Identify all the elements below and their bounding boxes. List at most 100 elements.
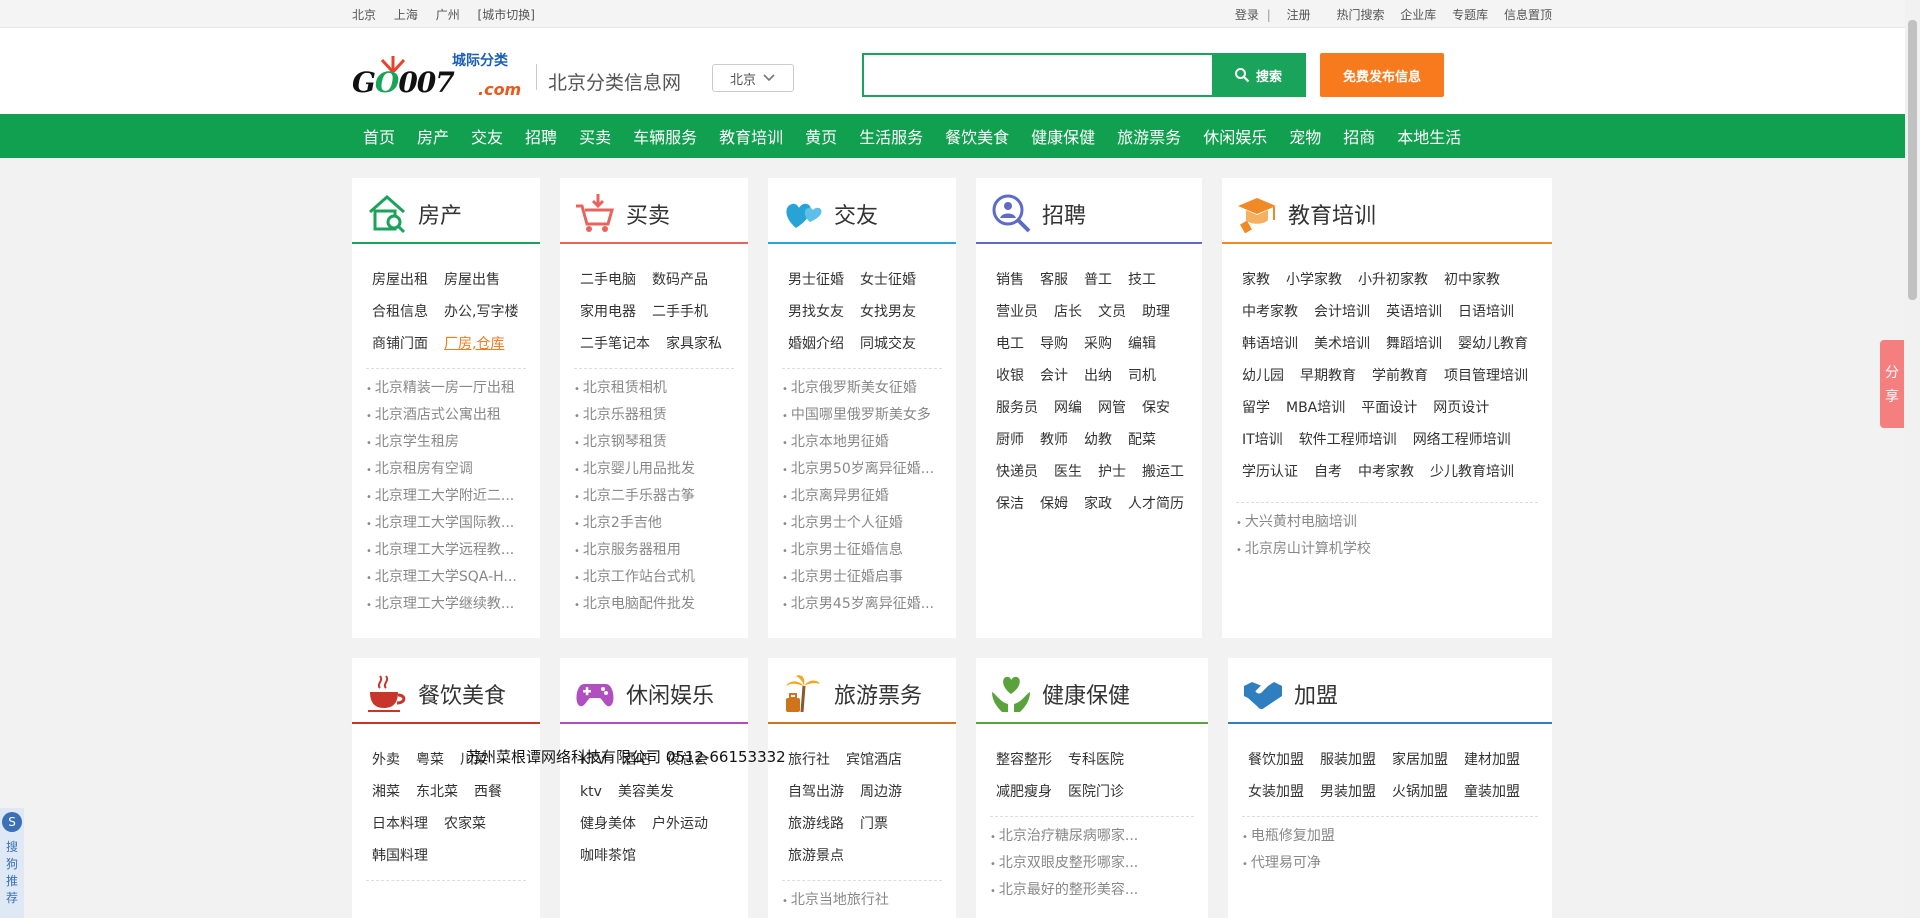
scrollbar-thumb[interactable] bbox=[1908, 20, 1917, 300]
listing-link[interactable]: 北京服务器租用 bbox=[574, 537, 748, 564]
listing-link[interactable]: 北京本地男征婚 bbox=[782, 429, 956, 456]
category-link[interactable]: 家政 bbox=[1084, 488, 1112, 520]
category-link[interactable]: 助理 bbox=[1142, 296, 1170, 328]
category-link[interactable]: 快递员 bbox=[996, 456, 1038, 488]
category-link[interactable]: 电工 bbox=[996, 328, 1024, 360]
category-link[interactable]: 整容整形 bbox=[996, 744, 1052, 776]
page-scrollbar[interactable] bbox=[1905, 0, 1920, 918]
category-link[interactable]: 同城交友 bbox=[860, 328, 916, 360]
category-link[interactable]: 咖啡茶馆 bbox=[580, 840, 636, 872]
category-link[interactable]: 中考家教 bbox=[1242, 296, 1298, 328]
category-link[interactable]: 旅游景点 bbox=[788, 840, 844, 872]
category-link[interactable]: 二手手机 bbox=[652, 296, 708, 328]
category-link[interactable]: 美容美发 bbox=[618, 776, 674, 808]
listing-link[interactable]: 北京理工大学附近二... bbox=[366, 483, 540, 510]
category-link[interactable]: 幼儿园 bbox=[1242, 360, 1284, 392]
listing-link[interactable]: 北京理工大学远程教... bbox=[366, 537, 540, 564]
category-link[interactable]: 女找男友 bbox=[860, 296, 916, 328]
category-link[interactable]: 家居加盟 bbox=[1392, 744, 1448, 776]
search-button[interactable]: 搜索 bbox=[1212, 55, 1304, 95]
listing-link[interactable]: 北京酒店式公寓出租 bbox=[366, 402, 540, 429]
category-link[interactable]: 外卖 bbox=[372, 744, 400, 776]
category-link[interactable]: 平面设计 bbox=[1361, 392, 1417, 424]
category-link[interactable]: 早期教育 bbox=[1300, 360, 1356, 392]
nav-item[interactable]: 健康保健 bbox=[1020, 124, 1106, 148]
category-link[interactable]: 韩国料理 bbox=[372, 840, 428, 872]
category-link[interactable]: MBA培训 bbox=[1286, 392, 1345, 424]
category-link[interactable]: 合租信息 bbox=[372, 296, 428, 328]
category-link[interactable]: 初中家教 bbox=[1444, 264, 1500, 296]
category-link[interactable]: IT培训 bbox=[1242, 424, 1283, 456]
category-link[interactable]: 旅行社 bbox=[788, 744, 830, 776]
listing-link[interactable]: 北京男士个人征婚 bbox=[782, 510, 956, 537]
category-link[interactable]: 采购 bbox=[1084, 328, 1112, 360]
category-link[interactable]: 婴幼儿教育 bbox=[1458, 328, 1528, 360]
category-link[interactable]: 项目管理培训 bbox=[1444, 360, 1528, 392]
category-link[interactable]: 配菜 bbox=[1128, 424, 1156, 456]
nav-item[interactable]: 招商 bbox=[1332, 124, 1386, 148]
category-link[interactable]: 出纳 bbox=[1084, 360, 1112, 392]
listing-link[interactable]: 北京二手乐器古筝 bbox=[574, 483, 748, 510]
category-link[interactable]: 女士征婚 bbox=[860, 264, 916, 296]
category-link[interactable]: 家教 bbox=[1242, 264, 1270, 296]
category-link[interactable]: ktv bbox=[580, 776, 602, 808]
category-link[interactable]: 专科医院 bbox=[1068, 744, 1124, 776]
nav-item[interactable]: 车辆服务 bbox=[622, 124, 708, 148]
category-link[interactable]: 护士 bbox=[1098, 456, 1126, 488]
category-link[interactable]: 商铺门面 bbox=[372, 328, 428, 360]
category-link[interactable]: 教师 bbox=[1040, 424, 1068, 456]
listing-link[interactable]: 北京理工大学继续教... bbox=[366, 591, 540, 618]
category-link[interactable]: 软件工程师培训 bbox=[1299, 424, 1397, 456]
listing-link[interactable]: 北京2手吉他 bbox=[574, 510, 748, 537]
category-link[interactable]: 小学家教 bbox=[1286, 264, 1342, 296]
category-link[interactable]: 网管 bbox=[1098, 392, 1126, 424]
category-link[interactable]: 厂房,仓库 bbox=[444, 328, 504, 360]
category-link[interactable]: 婚姻介绍 bbox=[788, 328, 844, 360]
topic-library-link[interactable]: 专题库 bbox=[1452, 8, 1488, 22]
category-link[interactable]: 学前教育 bbox=[1372, 360, 1428, 392]
category-link[interactable]: 二手电脑 bbox=[580, 264, 636, 296]
listing-link[interactable]: 北京男士征婚启事 bbox=[782, 564, 956, 591]
category-link[interactable]: 女装加盟 bbox=[1248, 776, 1304, 808]
nav-item[interactable]: 首页 bbox=[352, 124, 406, 148]
listing-link[interactable]: 电瓶修复加盟 bbox=[1242, 823, 1552, 850]
category-link[interactable]: 留学 bbox=[1242, 392, 1270, 424]
nav-item[interactable]: 休闲娱乐 bbox=[1192, 124, 1278, 148]
category-link[interactable]: 宾馆酒店 bbox=[846, 744, 902, 776]
category-link[interactable]: 收银 bbox=[996, 360, 1024, 392]
category-link[interactable]: 厨师 bbox=[996, 424, 1024, 456]
category-link[interactable]: 人才简历 bbox=[1128, 488, 1184, 520]
nav-item[interactable]: 教育培训 bbox=[708, 124, 794, 148]
category-link[interactable]: 保姆 bbox=[1040, 488, 1068, 520]
listing-link[interactable]: 北京婴儿用品批发 bbox=[574, 456, 748, 483]
nav-item[interactable]: 宠物 bbox=[1278, 124, 1332, 148]
listing-link[interactable]: 北京租赁相机 bbox=[574, 375, 748, 402]
category-link[interactable]: 湘菜 bbox=[372, 776, 400, 808]
category-link[interactable]: 西餐 bbox=[474, 776, 502, 808]
category-link[interactable]: 网编 bbox=[1054, 392, 1082, 424]
category-link[interactable]: 旅游线路 bbox=[788, 808, 844, 840]
site-logo[interactable]: 城际分类 GO007 .com bbox=[352, 50, 532, 99]
category-link[interactable]: 医院门诊 bbox=[1068, 776, 1124, 808]
category-link[interactable]: 保安 bbox=[1142, 392, 1170, 424]
category-link[interactable]: 二手笔记本 bbox=[580, 328, 650, 360]
listing-link[interactable]: 北京理工大学国际教... bbox=[366, 510, 540, 537]
listing-link[interactable]: 北京男50岁离异征婚... bbox=[782, 456, 956, 483]
category-link[interactable]: 韩语培训 bbox=[1242, 328, 1298, 360]
category-link[interactable]: 普工 bbox=[1084, 264, 1112, 296]
category-link[interactable]: 英语培训 bbox=[1386, 296, 1442, 328]
nav-item[interactable]: 交友 bbox=[460, 124, 514, 148]
category-link[interactable]: 保洁 bbox=[996, 488, 1024, 520]
category-link[interactable]: 男找女友 bbox=[788, 296, 844, 328]
listing-link[interactable]: 北京当地旅行社 bbox=[782, 887, 956, 914]
category-link[interactable]: 学历认证 bbox=[1242, 456, 1298, 488]
city-link-guangzhou[interactable]: 广州 bbox=[436, 8, 460, 22]
category-link[interactable]: 餐饮加盟 bbox=[1248, 744, 1304, 776]
category-link[interactable]: 门票 bbox=[860, 808, 888, 840]
category-link[interactable]: 文员 bbox=[1098, 296, 1126, 328]
listing-link[interactable]: 北京精装一房一厅出租 bbox=[366, 375, 540, 402]
listing-link[interactable]: 北京钢琴租赁 bbox=[574, 429, 748, 456]
category-link[interactable]: 编辑 bbox=[1128, 328, 1156, 360]
category-link[interactable]: 营业员 bbox=[996, 296, 1038, 328]
category-link[interactable]: 农家菜 bbox=[444, 808, 486, 840]
